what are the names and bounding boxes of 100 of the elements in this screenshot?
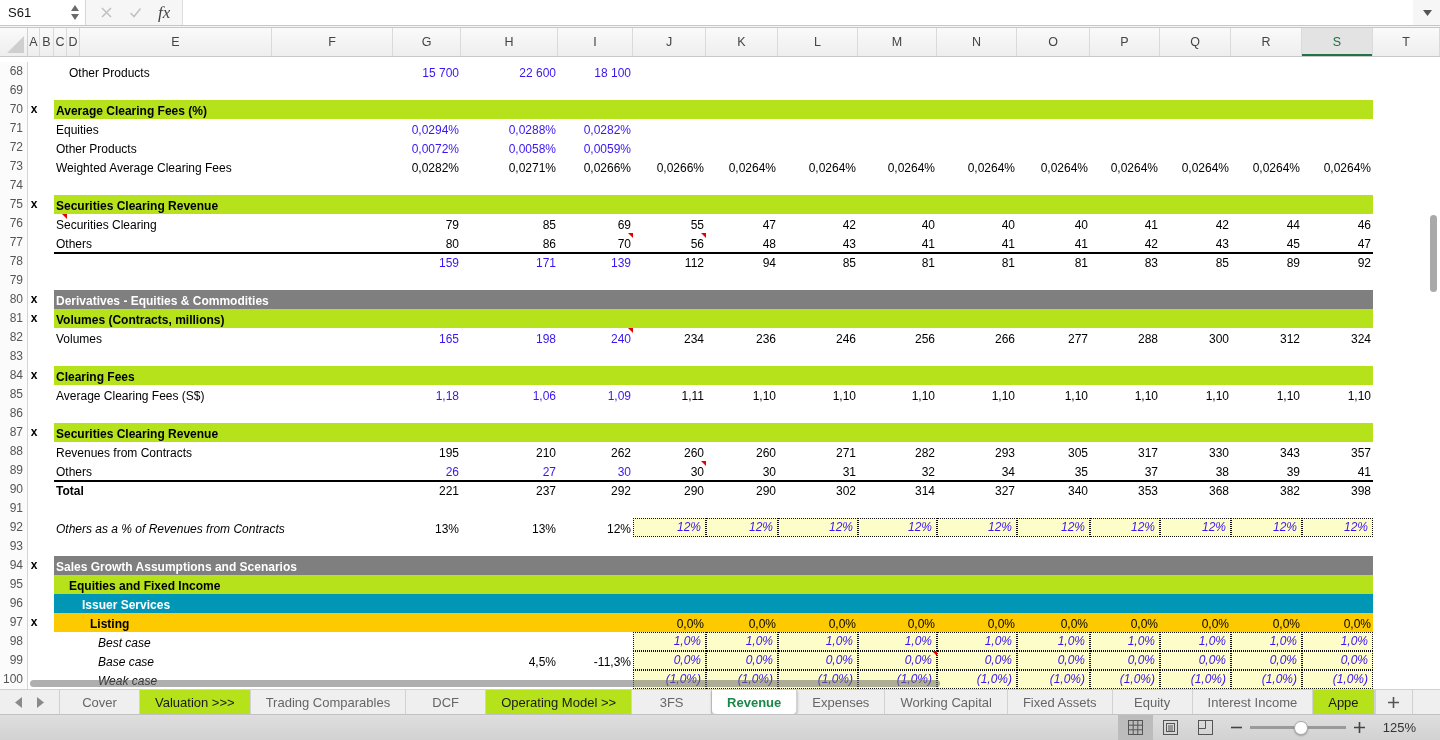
row-header[interactable]: 86: [0, 404, 28, 423]
table-cell-text: 70: [616, 238, 632, 250]
row-marker: x: [29, 291, 39, 308]
slider-thumb[interactable]: [1293, 720, 1308, 735]
row-header[interactable]: 100: [0, 670, 28, 689]
row-header[interactable]: 95: [0, 575, 28, 594]
column-header[interactable]: K: [706, 28, 778, 56]
row-header[interactable]: 94: [0, 556, 28, 575]
row-header[interactable]: 84: [0, 366, 28, 385]
row-header[interactable]: 80: [0, 290, 28, 309]
column-header[interactable]: B: [40, 28, 54, 56]
table-cell-text: 41: [1356, 466, 1372, 478]
table-cell-text: 47: [761, 219, 777, 231]
column-header[interactable]: T: [1373, 28, 1440, 56]
column-header[interactable]: F: [272, 28, 393, 56]
row-header[interactable]: 72: [0, 138, 28, 157]
sheet-tab[interactable]: Appe: [1313, 690, 1375, 714]
column-header[interactable]: P: [1090, 28, 1160, 56]
column-header[interactable]: E: [80, 28, 272, 56]
row-header[interactable]: 75: [0, 195, 28, 214]
table-cell-text: 256: [913, 333, 936, 345]
table-cell-text: 1,10: [1063, 390, 1089, 402]
column-header[interactable]: D: [67, 28, 80, 56]
row-header[interactable]: 98: [0, 632, 28, 651]
insert-function-button[interactable]: fx: [158, 4, 171, 21]
column-header[interactable]: J: [633, 28, 706, 56]
row-header[interactable]: 93: [0, 537, 28, 556]
column-header[interactable]: C: [54, 28, 67, 56]
table-cell-text: 0,0271%: [507, 162, 557, 174]
spinner-icon[interactable]: [71, 5, 79, 20]
column-header[interactable]: I: [558, 28, 633, 56]
assumption-cell: (1,0%): [1090, 670, 1160, 689]
row-header[interactable]: 83: [0, 347, 28, 366]
table-cell-text: 398: [1349, 485, 1372, 497]
row-header[interactable]: 96: [0, 594, 28, 613]
sheet-tab[interactable]: Revenue: [712, 690, 798, 714]
left-arrow-icon[interactable]: [15, 696, 23, 708]
row-header[interactable]: 79: [0, 271, 28, 290]
row-header[interactable]: 71: [0, 119, 28, 138]
row-header[interactable]: 92: [0, 518, 28, 537]
column-header[interactable]: L: [778, 28, 858, 56]
row-label: Base case: [97, 656, 156, 668]
row-header[interactable]: 78: [0, 252, 28, 271]
row-header[interactable]: 70: [0, 100, 28, 119]
plus-icon[interactable]: [1388, 696, 1400, 708]
row-header[interactable]: 74: [0, 176, 28, 195]
assumption-cell: 12%: [858, 518, 937, 537]
table-cell-text: 353: [1136, 485, 1159, 497]
column-header[interactable]: G: [393, 28, 461, 56]
row-header[interactable]: 87: [0, 423, 28, 442]
row-header[interactable]: 82: [0, 328, 28, 347]
row-header[interactable]: 89: [0, 461, 28, 480]
row-header[interactable]: 73: [0, 157, 28, 176]
formula-field[interactable]: [183, 0, 1413, 25]
row-header[interactable]: 88: [0, 442, 28, 461]
sheet-tab[interactable]: Operating Model >>: [486, 690, 633, 714]
table-cell-text: 0,0264%: [966, 162, 1016, 174]
table-cell-text: 81: [1073, 257, 1089, 269]
table-cell-text: 32: [920, 466, 936, 478]
table-cell-text: 83: [1143, 257, 1159, 269]
row-header[interactable]: 90: [0, 480, 28, 499]
right-arrow-icon[interactable]: [36, 696, 44, 708]
scrollbar-thumb[interactable]: [1430, 215, 1437, 292]
row-marker: x: [29, 557, 39, 574]
row-header[interactable]: 68: [0, 62, 28, 81]
assumption-cell: 1,0%: [778, 632, 858, 651]
row-header[interactable]: 69: [0, 81, 28, 100]
table-cell-text: 89: [1285, 257, 1301, 269]
assumption-cell: 0,0%: [937, 651, 1017, 670]
column-header[interactable]: O: [1017, 28, 1090, 56]
caret-down-icon[interactable]: [1423, 9, 1432, 16]
plus-icon[interactable]: [1353, 722, 1365, 733]
name-box[interactable]: S61: [0, 0, 86, 25]
table-cell-text: 0,0264%: [1180, 162, 1230, 174]
table-cell-text: 1,10: [1346, 390, 1372, 402]
column-header[interactable]: A: [28, 28, 40, 56]
column-header[interactable]: H: [461, 28, 558, 56]
normal-view-button[interactable]: [1117, 715, 1153, 740]
table-cell-text: 290: [754, 485, 777, 497]
table-cell-text: 0,0%: [675, 618, 705, 630]
sheet-tab[interactable]: Valuation >>>: [140, 690, 251, 714]
row-header[interactable]: 99: [0, 651, 28, 670]
row-header[interactable]: 97: [0, 613, 28, 632]
row-header[interactable]: 76: [0, 214, 28, 233]
assumption-cell: 0,0%: [1017, 651, 1090, 670]
table-cell-text: 86: [541, 238, 557, 250]
assumption-cell: (1,0%): [1302, 670, 1373, 689]
row-header[interactable]: 81: [0, 309, 28, 328]
table-cell-text: 30: [689, 466, 705, 478]
row-header[interactable]: 77: [0, 233, 28, 252]
row-header[interactable]: 85: [0, 385, 28, 404]
table-cell-text: 165: [437, 333, 460, 345]
row-header[interactable]: 91: [0, 499, 28, 518]
column-header[interactable]: N: [937, 28, 1017, 56]
assumption-cell: 12%: [778, 518, 858, 537]
column-header[interactable]: S: [1302, 28, 1373, 56]
table-cell-text: 0,0264%: [1039, 162, 1089, 174]
column-header[interactable]: Q: [1160, 28, 1231, 56]
assumption-cell: 1,0%: [937, 632, 1017, 651]
column-header[interactable]: M: [858, 28, 937, 56]
